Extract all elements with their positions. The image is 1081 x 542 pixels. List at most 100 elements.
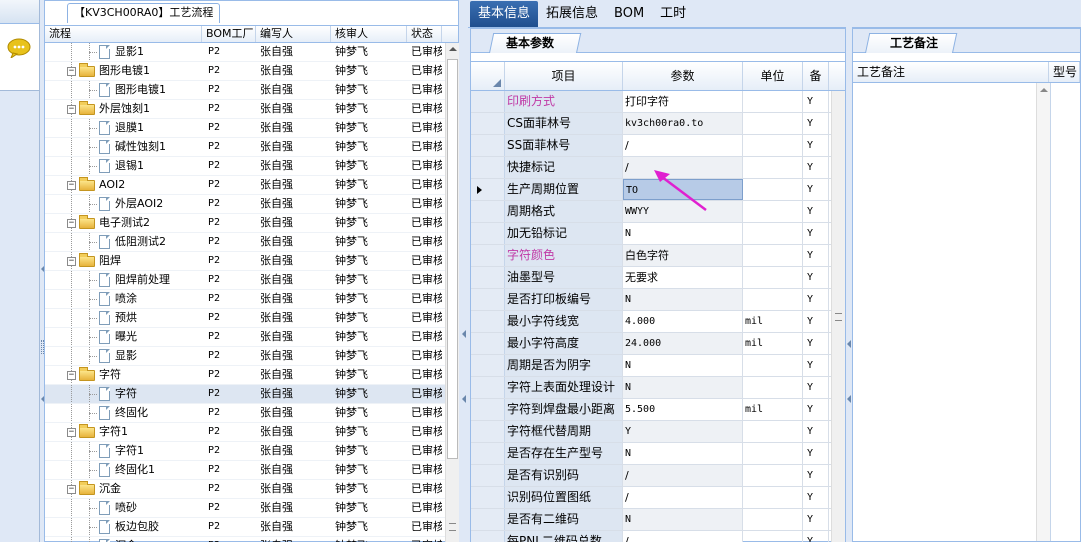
param-row[interactable]: 是否存在生产型号 N Y bbox=[471, 443, 831, 465]
param-value-cell[interactable]: TO bbox=[623, 179, 743, 200]
collapse-toggle-icon[interactable]: − bbox=[67, 180, 76, 190]
tree-row[interactable]: 低阻测试2 P2 张自强 钟梦飞 已审核 bbox=[45, 233, 445, 252]
params-scrollbar[interactable] bbox=[831, 91, 845, 542]
tree-node[interactable]: − 电子测试2 bbox=[67, 214, 150, 232]
tree-node[interactable]: 终固化1 bbox=[89, 461, 155, 479]
tree-row[interactable]: 阻焊前处理 P2 张自强 钟梦飞 已审核 bbox=[45, 271, 445, 290]
param-row[interactable]: 周期格式 WWYY Y bbox=[471, 201, 831, 223]
column-header-item[interactable]: 项目 bbox=[505, 62, 623, 90]
tree-row[interactable]: − 图形电镀1 P2 张自强 钟梦飞 已审核 bbox=[45, 62, 445, 81]
main-tab[interactable]: 拓展信息 bbox=[538, 1, 606, 27]
collapse-toggle-icon[interactable]: − bbox=[67, 427, 76, 437]
column-header-bom[interactable]: BOM工厂 bbox=[202, 26, 256, 42]
param-row[interactable]: 印刷方式 打印字符 Y bbox=[471, 91, 831, 113]
param-flag-cell[interactable]: Y bbox=[803, 113, 829, 134]
param-value-cell[interactable]: N bbox=[623, 289, 743, 310]
tree-node[interactable]: − 字符 bbox=[67, 366, 121, 384]
tree-row[interactable]: − AOI2 P2 张自强 钟梦飞 已审核 bbox=[45, 176, 445, 195]
tree-node[interactable]: 曝光 bbox=[89, 328, 137, 346]
param-flag-cell[interactable]: Y bbox=[803, 333, 829, 354]
tree-node[interactable]: 显影 bbox=[89, 347, 137, 365]
param-row[interactable]: 是否有二维码 N Y bbox=[471, 509, 831, 531]
row-header[interactable] bbox=[471, 289, 505, 310]
tree-row[interactable]: − 沉金 P2 张自强 钟梦飞 已审核 bbox=[45, 480, 445, 499]
remark-scrollbar[interactable] bbox=[1036, 83, 1050, 541]
main-tab[interactable]: 基本信息 bbox=[470, 1, 539, 27]
param-flag-cell[interactable]: Y bbox=[803, 509, 829, 530]
main-tab[interactable]: 工时 bbox=[652, 1, 694, 27]
tree-row[interactable]: 终固化 P2 张自强 钟梦飞 已审核 bbox=[45, 404, 445, 423]
param-row[interactable]: CS面菲林号 kv3ch00ra0.to Y bbox=[471, 113, 831, 135]
param-flag-cell[interactable]: Y bbox=[803, 135, 829, 156]
collapse-toggle-icon[interactable]: − bbox=[67, 370, 76, 380]
collapse-left-icon[interactable] bbox=[462, 330, 466, 338]
row-header[interactable] bbox=[471, 421, 505, 442]
tree-row[interactable]: 图形电镀1 P2 张自强 钟梦飞 已审核 bbox=[45, 81, 445, 100]
tree-node[interactable]: − 阻焊 bbox=[67, 252, 121, 270]
tree-node[interactable]: − 图形电镀1 bbox=[67, 62, 150, 80]
param-row[interactable]: 识别码位置图纸 / Y bbox=[471, 487, 831, 509]
row-header[interactable] bbox=[471, 157, 505, 178]
tree-row[interactable]: 字符 P2 张自强 钟梦飞 已审核 bbox=[45, 385, 445, 404]
param-row[interactable]: 生产周期位置 TO Y bbox=[471, 179, 831, 201]
row-header[interactable] bbox=[471, 487, 505, 508]
tree-node[interactable]: 预烘 bbox=[89, 309, 137, 327]
column-header-flag[interactable]: 备 bbox=[803, 62, 829, 90]
param-value-cell[interactable]: / bbox=[623, 531, 743, 542]
remark-textarea[interactable] bbox=[853, 83, 1051, 541]
param-flag-cell[interactable]: Y bbox=[803, 179, 829, 200]
tree-row[interactable]: 曝光 P2 张自强 钟梦飞 已审核 bbox=[45, 328, 445, 347]
row-header[interactable] bbox=[471, 91, 505, 112]
param-flag-cell[interactable]: Y bbox=[803, 377, 829, 398]
param-row[interactable]: 是否有识别码 / Y bbox=[471, 465, 831, 487]
tree-row[interactable]: 退膜1 P2 张自强 钟梦飞 已审核 bbox=[45, 119, 445, 138]
row-header[interactable] bbox=[471, 509, 505, 530]
tree-node[interactable]: − AOI2 bbox=[67, 176, 125, 194]
tree-row[interactable]: 喷砂 P2 张自强 钟梦飞 已审核 bbox=[45, 499, 445, 518]
tab-process-remark[interactable]: 工艺备注 bbox=[865, 33, 958, 53]
column-header-checker[interactable]: 核审人 bbox=[331, 26, 407, 42]
tree-row[interactable]: − 电子测试2 P2 张自强 钟梦飞 已审核 bbox=[45, 214, 445, 233]
param-value-cell[interactable]: kv3ch00ra0.to bbox=[623, 113, 743, 134]
row-header[interactable] bbox=[471, 399, 505, 420]
tree-node[interactable]: 低阻测试2 bbox=[89, 233, 166, 251]
param-row[interactable]: 字符颜色 白色字符 Y bbox=[471, 245, 831, 267]
row-header[interactable] bbox=[471, 311, 505, 332]
tree-row[interactable]: 终固化1 P2 张自强 钟梦飞 已审核 bbox=[45, 461, 445, 480]
param-flag-cell[interactable]: Y bbox=[803, 311, 829, 332]
param-value-cell[interactable]: N bbox=[623, 355, 743, 376]
row-header[interactable] bbox=[471, 201, 505, 222]
tree-row[interactable]: 沉金 P2张自强钟梦飞已审核 bbox=[45, 537, 445, 542]
row-header[interactable] bbox=[471, 377, 505, 398]
tree-node[interactable]: 碱性蚀刻1 bbox=[89, 138, 166, 156]
param-flag-cell[interactable]: Y bbox=[803, 267, 829, 288]
param-row[interactable]: 周期是否为阴字 N Y bbox=[471, 355, 831, 377]
param-row[interactable]: 加无铅标记 N Y bbox=[471, 223, 831, 245]
param-flag-cell[interactable]: Y bbox=[803, 487, 829, 508]
tree-node[interactable]: 退锡1 bbox=[89, 157, 144, 175]
tree-row[interactable]: 字符1 P2 张自强 钟梦飞 已审核 bbox=[45, 442, 445, 461]
middle-splitter[interactable] bbox=[460, 0, 468, 542]
param-flag-cell[interactable]: Y bbox=[803, 421, 829, 442]
row-header[interactable] bbox=[471, 443, 505, 464]
tree-row[interactable]: − 字符1 P2 张自强 钟梦飞 已审核 bbox=[45, 423, 445, 442]
row-header[interactable] bbox=[471, 245, 505, 266]
param-flag-cell[interactable]: Y bbox=[803, 289, 829, 310]
column-header-remark[interactable]: 工艺备注 bbox=[853, 62, 1049, 82]
param-flag-cell[interactable]: Y bbox=[803, 201, 829, 222]
tree-node[interactable]: − 字符1 bbox=[67, 423, 128, 441]
param-row[interactable]: SS面菲林号 / Y bbox=[471, 135, 831, 157]
collapse-toggle-icon[interactable]: − bbox=[67, 256, 76, 266]
tree-row[interactable]: − 字符 P2 张自强 钟梦飞 已审核 bbox=[45, 366, 445, 385]
collapse-right-icon[interactable] bbox=[847, 395, 851, 403]
param-flag-cell[interactable]: Y bbox=[803, 91, 829, 112]
param-value-cell[interactable]: / bbox=[623, 135, 743, 156]
tree-node[interactable]: − 外层蚀刻1 bbox=[67, 100, 150, 118]
param-value-cell[interactable]: 4.000 bbox=[623, 311, 743, 332]
process-tree-title[interactable]: 【KV3CH00RA0】工艺流程 bbox=[67, 3, 221, 23]
row-header[interactable] bbox=[471, 465, 505, 486]
collapse-toggle-icon[interactable]: − bbox=[67, 66, 76, 76]
tree-node[interactable]: 终固化 bbox=[89, 404, 148, 422]
param-value-cell[interactable]: N bbox=[623, 377, 743, 398]
tree-node[interactable]: 图形电镀1 bbox=[89, 81, 166, 99]
